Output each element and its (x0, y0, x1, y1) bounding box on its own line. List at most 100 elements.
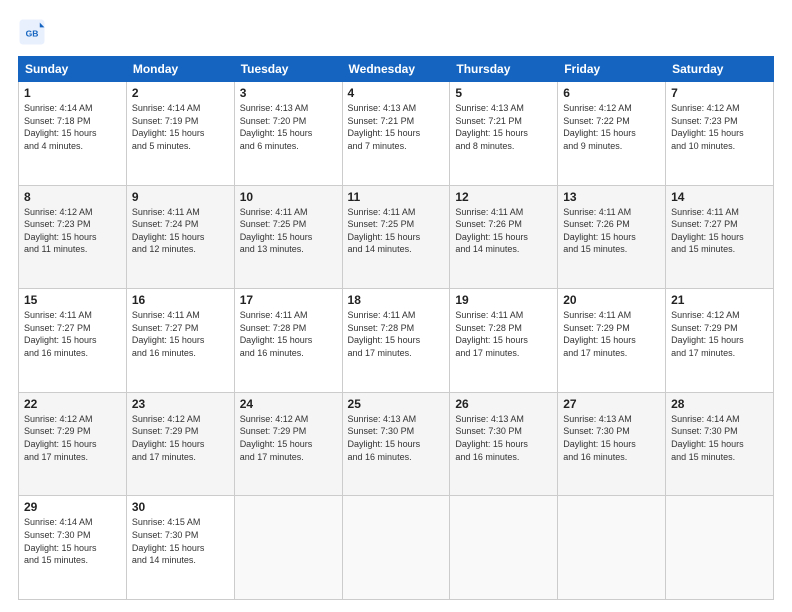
calendar-cell: 11Sunrise: 4:11 AM Sunset: 7:25 PM Dayli… (342, 185, 450, 289)
calendar-cell (234, 496, 342, 600)
calendar-cell: 23 Sunrise: 4:12 AM Sunset: 7:29 PM Dayli… (126, 392, 234, 496)
day-info: Sunrise: 4:11 AM Sunset: 7:29 PM Dayligh… (563, 309, 660, 359)
day-info: Sunrise: 4:12 AM Sunset: 7:29 PM Dayligh… (240, 413, 337, 463)
day-info: Sunrise: 4:12 AM Sunset: 7:23 PM Dayligh… (671, 102, 768, 152)
weekday-thursday: Thursday (450, 57, 558, 82)
calendar-cell: 3 Sunrise: 4:13 AM Sunset: 7:20 PM Daylig… (234, 82, 342, 186)
logo-icon: GB (18, 18, 46, 46)
svg-text:GB: GB (26, 29, 39, 39)
day-number: 19 (455, 293, 552, 307)
day-info: Sunrise: 4:11 AM Sunset: 7:27 PM Dayligh… (671, 206, 768, 256)
day-number: 6 (563, 86, 660, 100)
day-info: Sunrise: 4:11 AM Sunset: 7:27 PM Dayligh… (24, 309, 121, 359)
day-number: 30 (132, 500, 229, 514)
day-info: Sunrise: 4:14 AM Sunset: 7:19 PM Dayligh… (132, 102, 229, 152)
day-number: 22 (24, 397, 121, 411)
calendar-cell: 29 Sunrise: 4:14 AM Sunset: 7:30 PM Dayli… (19, 496, 127, 600)
calendar-cell: 30 Sunrise: 4:15 AM Sunset: 7:30 PM Dayli… (126, 496, 234, 600)
weekday-monday: Monday (126, 57, 234, 82)
calendar-cell: 7 Sunrise: 4:12 AM Sunset: 7:23 PM Daylig… (666, 82, 774, 186)
calendar-cell: 14 Sunrise: 4:11 AM Sunset: 7:27 PM Dayli… (666, 185, 774, 289)
day-number: 12 (455, 190, 552, 204)
calendar-cell: 2 Sunrise: 4:14 AM Sunset: 7:19 PM Daylig… (126, 82, 234, 186)
calendar-cell: 10 Sunrise: 4:11 AM Sunset: 7:25 PM Dayli… (234, 185, 342, 289)
weekday-sunday: Sunday (19, 57, 127, 82)
calendar-week-4: 22 Sunrise: 4:12 AM Sunset: 7:29 PM Dayli… (19, 392, 774, 496)
header: GB (18, 18, 774, 46)
calendar-cell: 9Sunrise: 4:11 AM Sunset: 7:24 PM Daylig… (126, 185, 234, 289)
day-info: Sunrise: 4:12 AM Sunset: 7:23 PM Dayligh… (24, 206, 121, 256)
calendar-week-2: 8Sunrise: 4:12 AM Sunset: 7:23 PM Daylig… (19, 185, 774, 289)
calendar-week-1: 1 Sunrise: 4:14 AM Sunset: 7:18 PM Daylig… (19, 82, 774, 186)
day-number: 5 (455, 86, 552, 100)
calendar-cell: 22 Sunrise: 4:12 AM Sunset: 7:29 PM Dayli… (19, 392, 127, 496)
day-info: Sunrise: 4:11 AM Sunset: 7:26 PM Dayligh… (563, 206, 660, 256)
calendar-cell: 8Sunrise: 4:12 AM Sunset: 7:23 PM Daylig… (19, 185, 127, 289)
day-number: 26 (455, 397, 552, 411)
day-number: 4 (348, 86, 445, 100)
day-info: Sunrise: 4:13 AM Sunset: 7:20 PM Dayligh… (240, 102, 337, 152)
day-number: 20 (563, 293, 660, 307)
day-number: 1 (24, 86, 121, 100)
day-info: Sunrise: 4:12 AM Sunset: 7:29 PM Dayligh… (132, 413, 229, 463)
day-info: Sunrise: 4:12 AM Sunset: 7:29 PM Dayligh… (671, 309, 768, 359)
day-info: Sunrise: 4:11 AM Sunset: 7:25 PM Dayligh… (240, 206, 337, 256)
day-number: 7 (671, 86, 768, 100)
day-number: 27 (563, 397, 660, 411)
weekday-header-row: SundayMondayTuesdayWednesdayThursdayFrid… (19, 57, 774, 82)
day-info: Sunrise: 4:12 AM Sunset: 7:29 PM Dayligh… (24, 413, 121, 463)
day-number: 23 (132, 397, 229, 411)
calendar-cell: 25 Sunrise: 4:13 AM Sunset: 7:30 PM Dayli… (342, 392, 450, 496)
calendar-cell (558, 496, 666, 600)
day-number: 15 (24, 293, 121, 307)
calendar-cell (342, 496, 450, 600)
day-number: 3 (240, 86, 337, 100)
day-info: Sunrise: 4:11 AM Sunset: 7:28 PM Dayligh… (348, 309, 445, 359)
day-number: 10 (240, 190, 337, 204)
day-number: 25 (348, 397, 445, 411)
day-number: 9 (132, 190, 229, 204)
calendar-cell: 28 Sunrise: 4:14 AM Sunset: 7:30 PM Dayli… (666, 392, 774, 496)
calendar-cell: 18 Sunrise: 4:11 AM Sunset: 7:28 PM Dayli… (342, 289, 450, 393)
day-info: Sunrise: 4:13 AM Sunset: 7:30 PM Dayligh… (563, 413, 660, 463)
day-info: Sunrise: 4:13 AM Sunset: 7:30 PM Dayligh… (348, 413, 445, 463)
weekday-saturday: Saturday (666, 57, 774, 82)
calendar-cell: 4Sunrise: 4:13 AM Sunset: 7:21 PM Daylig… (342, 82, 450, 186)
calendar-cell: 17Sunrise: 4:11 AM Sunset: 7:28 PM Dayli… (234, 289, 342, 393)
day-number: 29 (24, 500, 121, 514)
day-number: 28 (671, 397, 768, 411)
day-number: 18 (348, 293, 445, 307)
calendar-cell: 19 Sunrise: 4:11 AM Sunset: 7:28 PM Dayli… (450, 289, 558, 393)
calendar-body: 1 Sunrise: 4:14 AM Sunset: 7:18 PM Daylig… (19, 82, 774, 600)
day-info: Sunrise: 4:14 AM Sunset: 7:30 PM Dayligh… (24, 516, 121, 566)
calendar-table: SundayMondayTuesdayWednesdayThursdayFrid… (18, 56, 774, 600)
day-number: 13 (563, 190, 660, 204)
calendar-cell: 24 Sunrise: 4:12 AM Sunset: 7:29 PM Dayli… (234, 392, 342, 496)
day-info: Sunrise: 4:13 AM Sunset: 7:21 PM Dayligh… (455, 102, 552, 152)
day-info: Sunrise: 4:11 AM Sunset: 7:25 PM Dayligh… (348, 206, 445, 256)
calendar-cell: 5 Sunrise: 4:13 AM Sunset: 7:21 PM Daylig… (450, 82, 558, 186)
day-number: 24 (240, 397, 337, 411)
calendar-cell: 26Sunrise: 4:13 AM Sunset: 7:30 PM Dayli… (450, 392, 558, 496)
day-number: 14 (671, 190, 768, 204)
calendar-cell: 15 Sunrise: 4:11 AM Sunset: 7:27 PM Dayli… (19, 289, 127, 393)
day-info: Sunrise: 4:12 AM Sunset: 7:22 PM Dayligh… (563, 102, 660, 152)
calendar-cell (666, 496, 774, 600)
weekday-friday: Friday (558, 57, 666, 82)
day-number: 17 (240, 293, 337, 307)
calendar-cell (450, 496, 558, 600)
calendar-cell: 1 Sunrise: 4:14 AM Sunset: 7:18 PM Daylig… (19, 82, 127, 186)
day-info: Sunrise: 4:15 AM Sunset: 7:30 PM Dayligh… (132, 516, 229, 566)
day-info: Sunrise: 4:11 AM Sunset: 7:26 PM Dayligh… (455, 206, 552, 256)
calendar-week-5: 29 Sunrise: 4:14 AM Sunset: 7:30 PM Dayli… (19, 496, 774, 600)
day-number: 2 (132, 86, 229, 100)
calendar-cell: 12 Sunrise: 4:11 AM Sunset: 7:26 PM Dayli… (450, 185, 558, 289)
weekday-wednesday: Wednesday (342, 57, 450, 82)
calendar-cell: 27 Sunrise: 4:13 AM Sunset: 7:30 PM Dayli… (558, 392, 666, 496)
calendar-cell: 16Sunrise: 4:11 AM Sunset: 7:27 PM Dayli… (126, 289, 234, 393)
day-info: Sunrise: 4:11 AM Sunset: 7:28 PM Dayligh… (455, 309, 552, 359)
day-info: Sunrise: 4:14 AM Sunset: 7:30 PM Dayligh… (671, 413, 768, 463)
day-info: Sunrise: 4:14 AM Sunset: 7:18 PM Dayligh… (24, 102, 121, 152)
calendar-cell: 6 Sunrise: 4:12 AM Sunset: 7:22 PM Daylig… (558, 82, 666, 186)
calendar-week-3: 15 Sunrise: 4:11 AM Sunset: 7:27 PM Dayli… (19, 289, 774, 393)
